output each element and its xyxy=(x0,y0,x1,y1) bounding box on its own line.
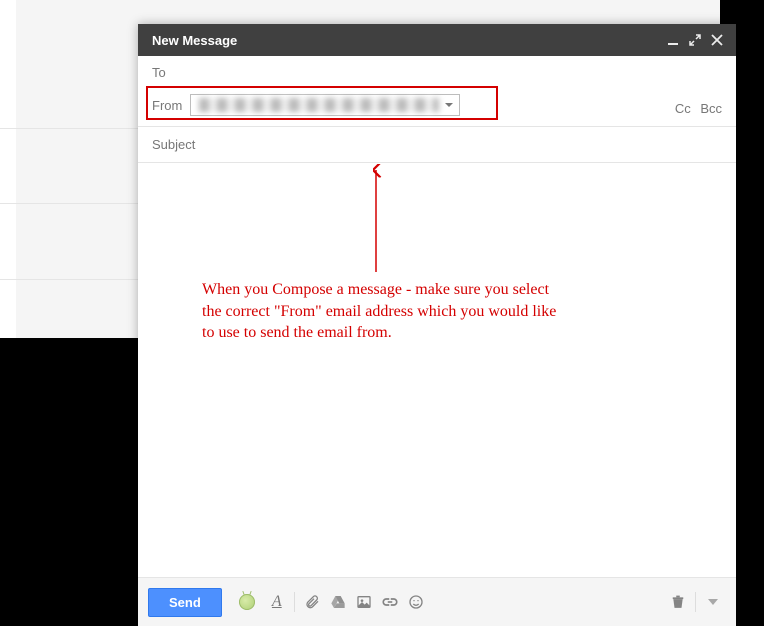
from-label: From xyxy=(152,98,182,113)
compose-toolbar: Send A xyxy=(138,577,736,626)
cc-button[interactable]: Cc xyxy=(675,101,691,116)
compose-header: New Message xyxy=(138,24,736,56)
divider xyxy=(0,128,138,129)
divider xyxy=(0,279,138,280)
more-icon[interactable] xyxy=(700,588,726,616)
from-email-value xyxy=(199,98,439,112)
page-background-stripe xyxy=(0,0,16,338)
toolbar-divider xyxy=(294,592,295,612)
toolbar-divider xyxy=(695,592,696,612)
compose-title: New Message xyxy=(152,33,237,48)
compose-window: New Message To From Cc Bcc xyxy=(138,24,736,626)
attach-icon[interactable] xyxy=(299,588,325,616)
link-icon[interactable] xyxy=(377,588,403,616)
recipients-section: To From Cc Bcc xyxy=(138,56,736,127)
minimize-icon[interactable] xyxy=(664,31,682,49)
expand-icon[interactable] xyxy=(686,31,704,49)
subject-field[interactable]: Subject xyxy=(138,127,736,163)
format-icon[interactable]: A xyxy=(264,588,290,616)
cc-bcc-controls: Cc Bcc xyxy=(669,101,722,116)
photo-icon[interactable] xyxy=(351,588,377,616)
from-select[interactable] xyxy=(190,94,460,116)
subject-placeholder: Subject xyxy=(152,137,195,152)
compose-body[interactable]: When you Compose a message - make sure y… xyxy=(138,163,736,577)
to-label: To xyxy=(152,65,166,80)
greenbug-icon[interactable] xyxy=(234,588,260,616)
close-icon[interactable] xyxy=(708,31,726,49)
annotation-text: When you Compose a message - make sure y… xyxy=(202,279,572,344)
drive-icon[interactable] xyxy=(325,588,351,616)
bcc-button[interactable]: Bcc xyxy=(700,101,722,116)
trash-icon[interactable] xyxy=(665,588,691,616)
send-button[interactable]: Send xyxy=(148,588,222,617)
divider xyxy=(0,203,138,204)
to-field[interactable]: To xyxy=(138,56,736,88)
annotation-arrow xyxy=(366,164,386,274)
from-row: From xyxy=(138,88,736,126)
chevron-down-icon xyxy=(445,103,453,107)
emoji-icon[interactable] xyxy=(403,588,429,616)
